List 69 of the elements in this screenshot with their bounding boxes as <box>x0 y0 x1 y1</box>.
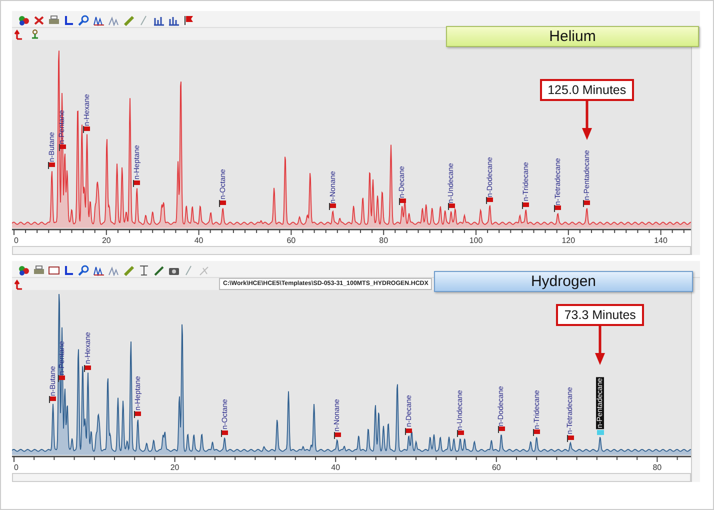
flag-icon <box>84 364 92 372</box>
magnifier-icon[interactable] <box>78 264 90 276</box>
tree-icon[interactable] <box>29 28 41 40</box>
axis-tick-label: 60 <box>492 463 501 472</box>
angle-icon[interactable] <box>63 264 75 276</box>
flag-icon <box>49 396 56 403</box>
flag-icon <box>522 202 530 209</box>
flag-icon <box>83 126 90 134</box>
pencil-icon[interactable] <box>123 264 135 276</box>
flag-icon <box>498 426 505 434</box>
printer-icon[interactable] <box>33 264 45 276</box>
flag-icon <box>329 203 336 210</box>
axis-tick-label: 40 <box>194 236 204 245</box>
bar-chart-icon[interactable] <box>168 14 180 26</box>
peaks-icon[interactable] <box>93 14 105 26</box>
pencil-icon[interactable] <box>123 14 135 26</box>
angle-icon[interactable] <box>63 14 75 26</box>
flag-icon <box>48 162 56 170</box>
peaks-icon[interactable] <box>108 264 120 276</box>
flag-icon <box>405 428 412 434</box>
flag-icon <box>448 203 455 210</box>
axis-tick-label: 100 <box>469 236 483 245</box>
flag-icon <box>566 434 574 442</box>
title-banner: Helium <box>446 26 699 47</box>
vertical-scrollbar[interactable] <box>691 290 700 482</box>
flag-icon <box>554 205 562 212</box>
flag-icon[interactable] <box>183 14 195 26</box>
window-icon[interactable] <box>48 264 60 276</box>
axis-tick-label: 60 <box>286 236 296 245</box>
flag-icon <box>133 180 140 187</box>
axis-tick-label: 80 <box>652 463 662 472</box>
horizontal-scrollbar[interactable] <box>12 246 691 255</box>
printer-icon[interactable] <box>48 14 60 26</box>
title-banner: Hydrogen <box>434 271 693 292</box>
flag-icon <box>456 430 464 438</box>
flag-icon <box>596 428 604 436</box>
flag-icon <box>334 432 341 439</box>
vertical-scrollbar[interactable] <box>691 40 700 255</box>
axis-tick-label: 120 <box>562 236 576 245</box>
peaks-icon[interactable] <box>108 14 120 26</box>
axis-tick-label: 20 <box>102 236 111 245</box>
peaks-icon[interactable] <box>93 264 105 276</box>
flag-icon <box>58 375 66 382</box>
flag-icon <box>221 430 228 437</box>
flag-icon <box>398 198 406 206</box>
flag-icon <box>486 196 494 204</box>
axis-tick-label: 140 <box>654 236 668 245</box>
pen-icon[interactable] <box>153 264 165 276</box>
dots-icon[interactable] <box>18 14 30 26</box>
flag-icon <box>58 144 66 151</box>
axis-tick-label: 0 <box>14 236 18 245</box>
bar-chart-icon[interactable] <box>153 14 165 26</box>
axis-tick-label: 20 <box>170 463 180 472</box>
flag-icon <box>583 200 590 207</box>
dots-icon[interactable] <box>18 264 30 276</box>
callout-label: 73.3 Minutes <box>556 304 644 326</box>
horizontal-scrollbar[interactable] <box>12 473 691 482</box>
magnifier-icon[interactable] <box>78 14 90 26</box>
down-arrow-icon <box>594 326 606 366</box>
down-arrow-icon <box>580 101 593 142</box>
axis-tick-label: 0 <box>14 463 18 472</box>
flag-icon <box>533 429 540 436</box>
flag-icon <box>134 410 142 418</box>
axis-tick-label: 80 <box>379 236 388 245</box>
axis-tick-label: 40 <box>331 463 340 472</box>
flag-icon <box>219 200 226 207</box>
callout-label: 125.0 Minutes <box>540 79 634 102</box>
text-cursor-icon[interactable] <box>138 264 150 276</box>
cross-icon[interactable] <box>33 14 45 26</box>
